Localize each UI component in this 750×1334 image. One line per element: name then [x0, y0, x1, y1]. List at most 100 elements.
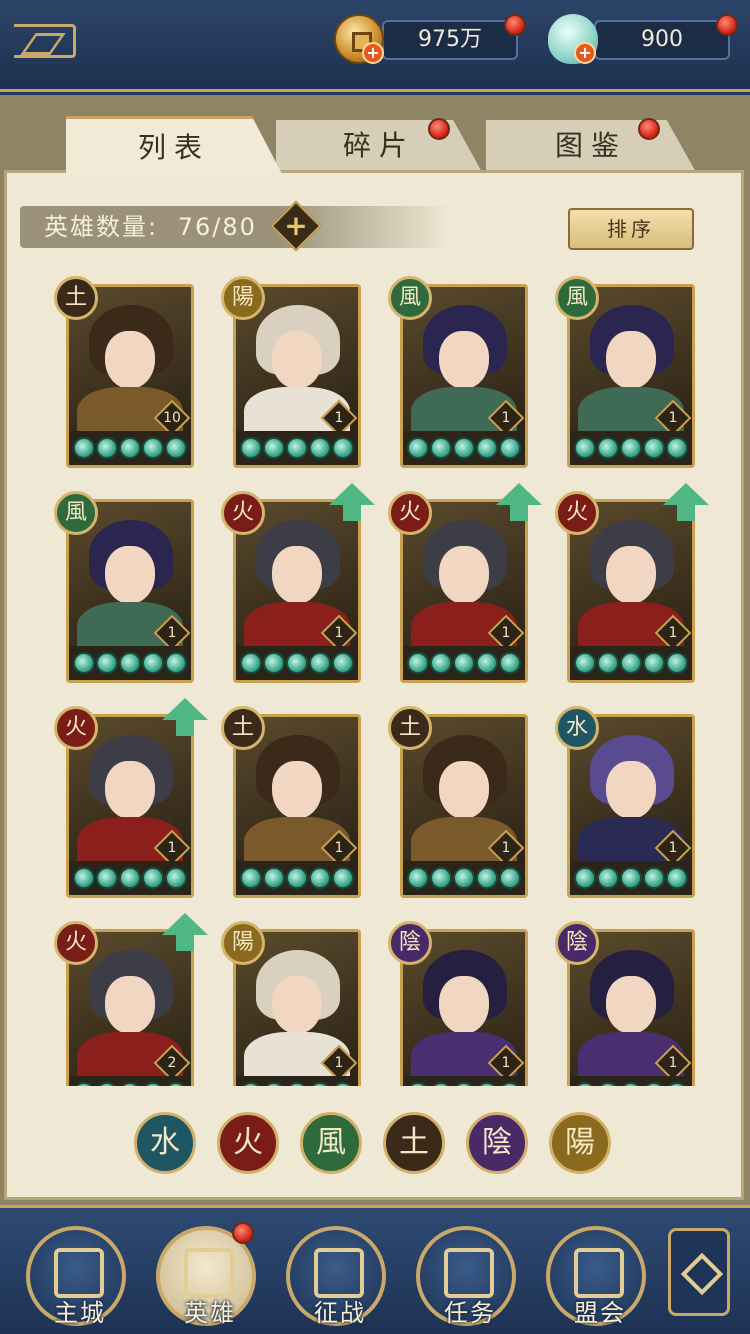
hero-level: 1: [668, 840, 678, 856]
star-icon: [666, 652, 688, 674]
star-icon: [332, 437, 354, 459]
nav-quests-icon: [444, 1248, 494, 1298]
tab-fragments[interactable]: 碎片: [276, 120, 482, 172]
element-filter-button[interactable]: 火: [217, 1112, 279, 1174]
hero-face: [606, 331, 656, 389]
star-icon: [286, 652, 308, 674]
element-badge: 火: [221, 491, 265, 535]
hero-card[interactable]: 1 火: [221, 483, 375, 683]
menu-icon[interactable]: [14, 24, 76, 58]
star-icon: [119, 1082, 141, 1086]
atlas-notification-dot: [638, 118, 660, 140]
hero-card[interactable]: 1 陽: [221, 921, 361, 1086]
star-icon: [476, 437, 498, 459]
star-icon: [165, 437, 187, 459]
star-icon: [332, 867, 354, 889]
star-icon: [240, 1082, 262, 1086]
hero-card[interactable]: 1 風: [54, 491, 194, 683]
hero-level: 1: [668, 625, 678, 641]
star-icon: [453, 867, 475, 889]
hero-face: [272, 761, 322, 819]
element-filter-button[interactable]: 水: [134, 1112, 196, 1174]
nav-main-city[interactable]: 主城: [26, 1226, 126, 1327]
star-icon: [499, 867, 521, 889]
tab-list[interactable]: 列表: [66, 116, 282, 174]
star-icon: [476, 867, 498, 889]
hero-level: 2: [167, 1055, 177, 1071]
hero-face: [606, 976, 656, 1034]
nav-heroes-icon: [184, 1248, 234, 1298]
more-menu-button[interactable]: [668, 1228, 730, 1316]
hero-card[interactable]: 1 火: [388, 483, 542, 683]
element-filter-button[interactable]: 陽: [549, 1112, 611, 1174]
upgrade-arrow-icon: [162, 698, 208, 738]
nav-campaign[interactable]: 征战: [286, 1226, 386, 1327]
star-icon: [574, 1082, 596, 1086]
star-icon: [666, 867, 688, 889]
nav-quests[interactable]: 任务: [416, 1226, 516, 1327]
star-icon: [286, 867, 308, 889]
hero-card[interactable]: 1 風: [555, 276, 695, 468]
star-icon: [142, 652, 164, 674]
hero-card[interactable]: 1 陰: [555, 921, 695, 1086]
star-icon: [643, 437, 665, 459]
add-coins-button[interactable]: +: [362, 42, 384, 64]
hero-card[interactable]: 1 土: [388, 706, 528, 898]
sort-button[interactable]: 排序: [568, 208, 694, 250]
star-icon: [73, 437, 95, 459]
star-icon: [263, 437, 285, 459]
element-filter-row: 水火風土陰陽: [134, 1112, 624, 1176]
hero-card[interactable]: 1 陰: [388, 921, 528, 1086]
add-shells-button[interactable]: +: [574, 42, 596, 64]
hero-star-row: [403, 431, 525, 465]
hero-level: 1: [334, 1055, 344, 1071]
tab-atlas[interactable]: 图鉴: [486, 120, 696, 172]
nav-main-city-label: 主城: [54, 1299, 106, 1327]
hero-star-row: [69, 1076, 191, 1086]
star-icon: [453, 437, 475, 459]
hero-face: [439, 761, 489, 819]
element-badge: 火: [555, 491, 599, 535]
hero-level: 1: [334, 410, 344, 426]
star-icon: [407, 1082, 429, 1086]
star-icon: [96, 437, 118, 459]
star-icon: [407, 652, 429, 674]
star-icon: [597, 867, 619, 889]
hero-star-row: [570, 646, 692, 680]
element-badge: 土: [54, 276, 98, 320]
element-filter-button[interactable]: 陰: [466, 1112, 528, 1174]
hero-card[interactable]: 1 土: [221, 706, 361, 898]
hero-card[interactable]: 10 土: [54, 276, 194, 468]
star-icon: [142, 437, 164, 459]
star-icon: [332, 1082, 354, 1086]
hero-face: [105, 546, 155, 604]
hero-card[interactable]: 2 火: [54, 913, 208, 1086]
nav-alliance[interactable]: 盟会: [546, 1226, 646, 1327]
nav-campaign-icon: [314, 1248, 364, 1298]
star-icon: [240, 867, 262, 889]
hero-star-row: [236, 431, 358, 465]
hero-level: 1: [501, 410, 511, 426]
star-icon: [574, 652, 596, 674]
star-icon: [119, 437, 141, 459]
star-icon: [643, 1082, 665, 1086]
hero-level: 1: [668, 410, 678, 426]
hero-face: [105, 761, 155, 819]
star-icon: [286, 437, 308, 459]
element-filter-button[interactable]: 土: [383, 1112, 445, 1174]
star-icon: [407, 437, 429, 459]
element-filter-button[interactable]: 風: [300, 1112, 362, 1174]
star-icon: [666, 437, 688, 459]
hero-card[interactable]: 1 火: [54, 698, 208, 898]
hero-card[interactable]: 1 陽: [221, 276, 361, 468]
hero-card[interactable]: 1 火: [555, 483, 709, 683]
hero-face: [272, 976, 322, 1034]
hero-card[interactable]: 1 風: [388, 276, 528, 468]
hero-face: [439, 546, 489, 604]
hero-star-row: [403, 861, 525, 895]
star-icon: [574, 867, 596, 889]
star-icon: [119, 867, 141, 889]
hero-card[interactable]: 1 水: [555, 706, 695, 898]
star-icon: [620, 867, 642, 889]
hero-grid: 10 土 1 陽 1 風 1 風 1 風 1 火 1 火 1 火 1 火 1 土…: [40, 276, 720, 1086]
